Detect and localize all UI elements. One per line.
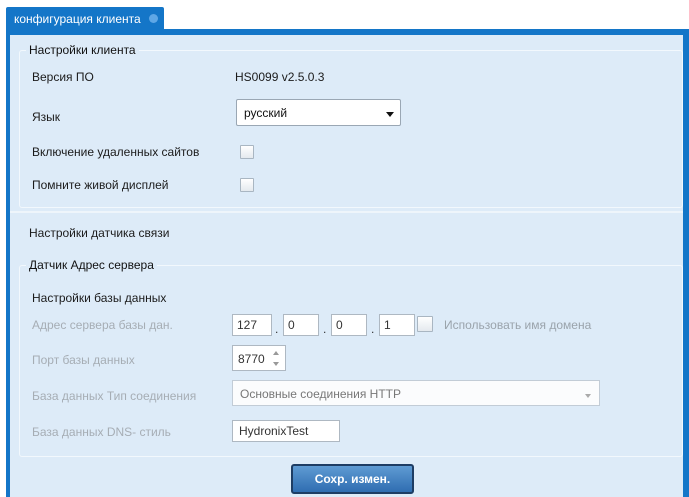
- ip-separator: .: [323, 322, 327, 336]
- remote-sites-checkbox[interactable]: [240, 145, 254, 159]
- save-button[interactable]: Сохр. измен.: [291, 464, 414, 494]
- db-connection-type-select[interactable]: Основные соединения HTTP: [232, 380, 600, 406]
- server-address-title: Датчик Адрес сервера: [26, 258, 157, 272]
- ip-octet-4[interactable]: 1: [379, 314, 415, 336]
- stepper-up-icon[interactable]: [273, 351, 279, 355]
- db-port-label: Порт базы данных: [32, 353, 135, 367]
- database-settings-title: Настройки базы данных: [32, 291, 167, 305]
- db-port-value: 8770: [238, 352, 265, 366]
- db-address-label: Адрес сервера базы дан.: [32, 318, 173, 332]
- version-value: HS0099 v2.5.0.3: [235, 70, 325, 84]
- use-domain-checkbox[interactable]: [417, 316, 433, 332]
- remote-sites-label: Включение удаленных сайтов: [32, 145, 200, 159]
- language-select-value: русский: [244, 106, 288, 120]
- language-select[interactable]: русский: [236, 99, 401, 126]
- comm-sensor-title: Настройки датчика связи: [29, 226, 170, 240]
- client-settings-title: Настройки клиента: [26, 43, 139, 57]
- ip-separator: .: [371, 322, 375, 336]
- tab-label: конфигурация клиента: [14, 12, 141, 26]
- version-label: Версия ПО: [32, 70, 94, 84]
- chevron-down-icon: [386, 112, 394, 117]
- db-dns-label: База данных DNS- стиль: [32, 425, 171, 439]
- db-port-stepper[interactable]: 8770: [232, 345, 286, 371]
- live-display-label: Помните живой дисплей: [32, 178, 169, 192]
- tab-client-configuration[interactable]: конфигурация клиента: [6, 7, 164, 31]
- ip-octet-2[interactable]: 0: [283, 314, 319, 336]
- tab-close-icon[interactable]: [149, 14, 158, 23]
- use-domain-label: Использовать имя домена: [444, 318, 592, 332]
- db-connection-type-value: Основные соединения HTTP: [240, 387, 401, 401]
- stepper-down-icon[interactable]: [273, 362, 279, 366]
- db-connection-type-label: База данных Тип соединения: [32, 389, 197, 403]
- ip-octet-1[interactable]: 127: [232, 314, 272, 336]
- db-dns-input[interactable]: HydronixTest: [232, 420, 340, 442]
- chevron-down-icon: [585, 394, 591, 398]
- ip-octet-3[interactable]: 0: [331, 314, 367, 336]
- live-display-checkbox[interactable]: [240, 178, 254, 192]
- language-label: Язык: [32, 110, 61, 124]
- ip-separator: .: [275, 322, 279, 336]
- section-divider: [10, 211, 683, 213]
